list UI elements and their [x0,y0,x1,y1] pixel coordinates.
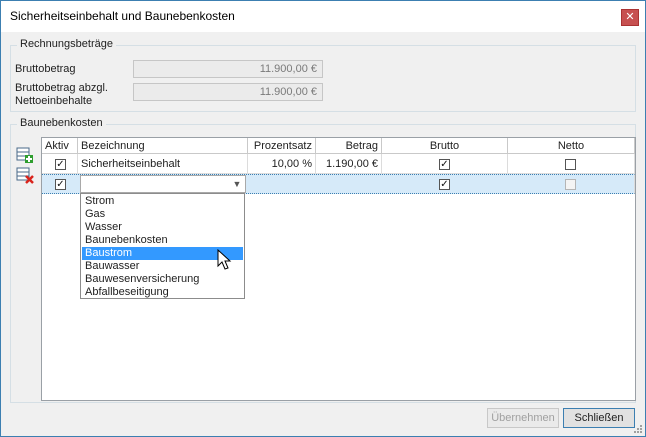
row-1-aktiv-checkbox[interactable]: ✓ [55,159,66,170]
bezeichnung-dropdown-list: Strom Gas Wasser Baunebenkosten Baustrom… [80,193,245,299]
dropdown-option-abfallbeseitigung[interactable]: Abfallbeseitigung [82,286,243,299]
dropdown-option-wasser[interactable]: Wasser [82,221,243,234]
close-button[interactable]: Schließen [563,408,635,428]
resize-grip-icon[interactable] [633,424,643,434]
window-title: Sicherheitseinbehalt und Baunebenkosten [10,9,235,23]
bruttobetrag-field[interactable]: 11.900,00 € [133,60,323,78]
row-2-aktiv-checkbox[interactable]: ✓ [55,179,66,190]
rechnungsbetraege-group: Rechnungsbeträge [10,38,636,112]
delete-row-icon[interactable] [16,166,34,184]
apply-button[interactable]: Übernehmen [487,408,559,428]
column-header-betrag[interactable]: Betrag [316,138,382,154]
bezeichnung-combobox[interactable]: ▼ [80,175,246,193]
column-header-netto[interactable]: Netto [508,138,635,154]
column-header-bezeichnung[interactable]: Bezeichnung [78,138,248,154]
column-header-prozentsatz[interactable]: Prozentsatz [248,138,316,154]
column-header-aktiv[interactable]: Aktiv [42,138,78,154]
baunebenkosten-group-label: Baunebenkosten [17,117,106,129]
chevron-down-icon[interactable]: ▼ [231,178,243,190]
netto-label-line1: Bruttobetrag abzgl. [15,82,108,94]
dropdown-option-baunebenkosten[interactable]: Baunebenkosten [82,234,243,247]
row-1-brutto-checkbox[interactable]: ✓ [439,159,450,170]
row-1-bezeichnung[interactable]: Sicherheitseinbehalt [78,154,248,174]
title-bar: Sicherheitseinbehalt und Baunebenkosten … [1,1,645,32]
dropdown-option-gas[interactable]: Gas [82,208,243,221]
row-1-prozentsatz[interactable]: 10,00 % [248,154,316,174]
dropdown-option-strom[interactable]: Strom [82,195,243,208]
rechnungsbetraege-group-label: Rechnungsbeträge [17,38,116,50]
netto-field[interactable]: 11.900,00 € [133,83,323,101]
netto-label-line2: Nettoeinbehalte [15,95,93,107]
dialog-window: Sicherheitseinbehalt und Baunebenkosten … [0,0,646,437]
column-header-brutto[interactable]: Brutto [382,138,508,154]
close-window-button[interactable]: ✕ [621,9,639,26]
row-2-brutto-checkbox[interactable]: ✓ [439,179,450,190]
dropdown-option-bauwesenversicherung[interactable]: Bauwesenversicherung [82,273,243,286]
add-row-icon[interactable] [16,146,34,164]
row-1-betrag[interactable]: 1.190,00 € [316,154,382,174]
row-2-netto-checkbox[interactable] [565,179,576,190]
bruttobetrag-label: Bruttobetrag [15,63,76,75]
row-1-netto-checkbox[interactable] [565,159,576,170]
mouse-pointer-icon [217,248,233,271]
